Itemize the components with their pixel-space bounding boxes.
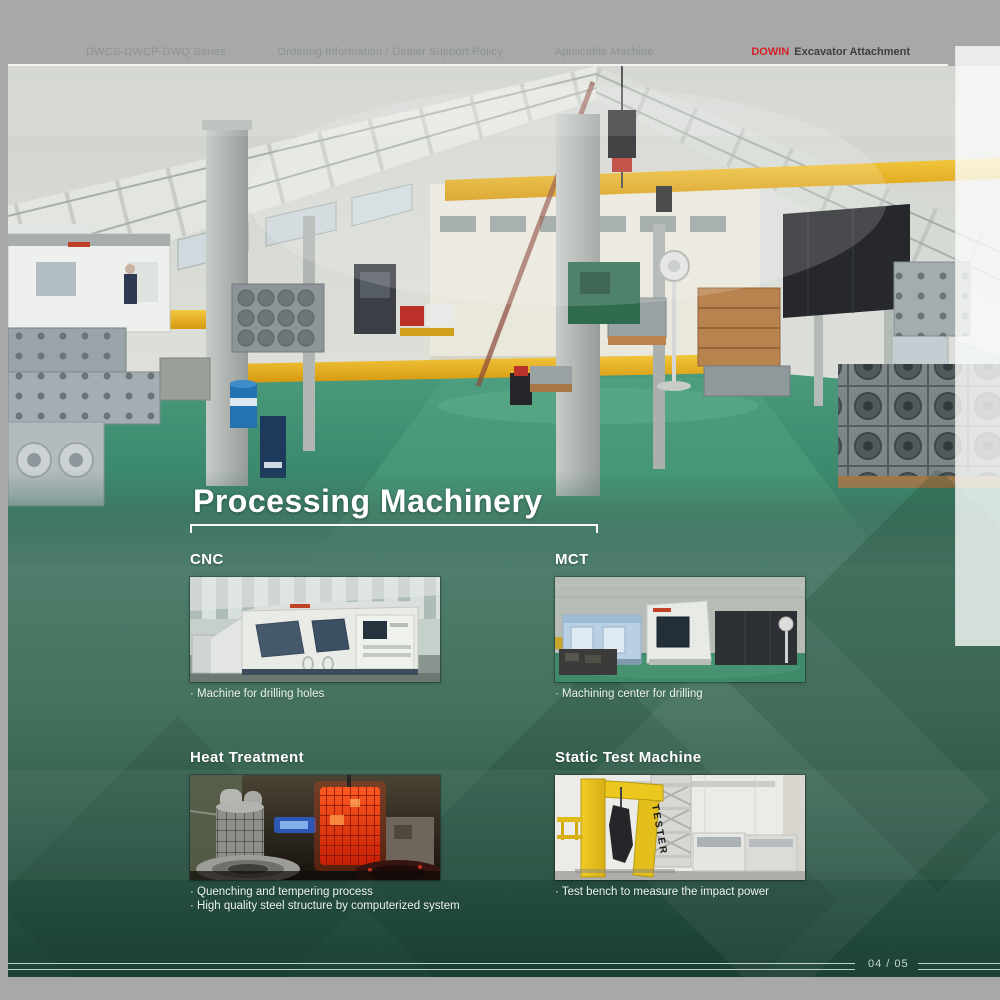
- card-label-mct: MCT: [555, 551, 589, 568]
- caption-line: · Test bench to measure the impact power: [555, 885, 855, 899]
- nav-item-ordering[interactable]: Ordering Information / Dealer Support Po…: [278, 46, 503, 58]
- header: DWCS-DWCP-DWQ Series · Ordering Informat…: [0, 46, 1000, 64]
- top-haze: [8, 66, 1000, 136]
- header-nav: DWCS-DWCP-DWQ Series · Ordering Informat…: [86, 46, 654, 58]
- brand: DOWIN Excavator Attachment: [751, 46, 910, 58]
- light-band: [8, 770, 1000, 880]
- cnc-illustration: [190, 577, 440, 682]
- right-edge-overlay: [955, 46, 1000, 646]
- title-underline-tick: [596, 524, 598, 533]
- nav-item-series[interactable]: DWCS-DWCP-DWQ Series: [86, 46, 226, 58]
- caption-line: · Machining center for drilling: [555, 687, 855, 701]
- card-label-heat-treatment: Heat Treatment: [190, 749, 304, 766]
- mct-photo: [555, 577, 805, 682]
- footer-rule-left: [8, 963, 855, 970]
- nav-separator: ·: [527, 46, 531, 58]
- nav-separator: ·: [250, 46, 254, 58]
- card-captions: · Machine for drilling holes: [190, 687, 490, 701]
- heat-treatment-illustration: [190, 775, 440, 880]
- page-number: 04 / 05: [868, 958, 909, 970]
- nav-item-applicable[interactable]: Applicable Machine: [555, 46, 654, 58]
- static-test-illustration: TESTER: [555, 775, 805, 880]
- card-captions: · Machining center for drilling: [555, 687, 855, 701]
- card-label-cnc: CNC: [190, 551, 224, 568]
- cnc-photo: [190, 577, 440, 682]
- caption-line: · Quenching and tempering process: [190, 885, 490, 899]
- footer-rule-right: [918, 963, 1000, 970]
- title-underline-tick: [190, 524, 192, 533]
- processing-machinery-section: Processing Machinery CNC: [8, 470, 1000, 977]
- static-test-photo: TESTER: [555, 775, 805, 880]
- brochure-page: { "page": {"background": "#a7a9a8"}, "he…: [0, 0, 1000, 1000]
- heat-treatment-photo: [190, 775, 440, 880]
- caption-line: · High quality steel structure by comput…: [190, 899, 490, 913]
- brand-suffix: Excavator Attachment: [794, 46, 910, 58]
- card-label-static-test: Static Test Machine: [555, 749, 702, 766]
- section-title: Processing Machinery: [193, 483, 543, 520]
- title-underline: [190, 524, 598, 526]
- card-captions: · Test bench to measure the impact power: [555, 885, 855, 899]
- card-captions: · Quenching and tempering process · High…: [190, 885, 490, 913]
- caption-line: · Machine for drilling holes: [190, 687, 490, 701]
- brand-name: DOWIN: [751, 46, 789, 58]
- mct-illustration: [555, 577, 805, 682]
